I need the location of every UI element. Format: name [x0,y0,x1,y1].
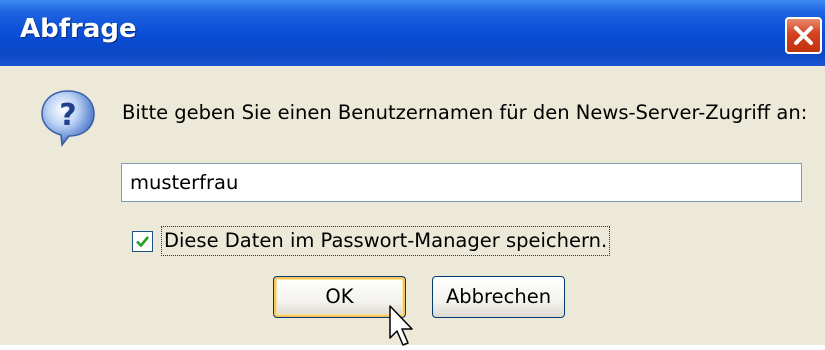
username-input[interactable] [121,163,802,202]
title-bar[interactable]: Abfrage [0,0,825,66]
save-password-label: Diese Daten im Passwort-Manager speicher… [164,229,608,252]
cancel-button[interactable]: Abbrechen [432,276,565,318]
svg-text:?: ? [59,98,76,133]
save-password-checkbox[interactable] [132,231,153,252]
dialog-body: ? Bitte geben Sie einen Benutzernamen fü… [0,66,825,346]
mouse-pointer-icon [389,305,413,346]
question-icon: ? [41,90,95,147]
ok-button[interactable]: OK [273,276,406,318]
close-icon [794,26,813,45]
window-title: Abfrage [20,14,137,44]
prompt-text: Bitte geben Sie einen Benutzernamen für … [122,101,808,124]
save-password-label-focus[interactable]: Diese Daten im Passwort-Manager speicher… [161,226,611,256]
check-icon [136,236,150,248]
close-button[interactable] [785,17,822,54]
